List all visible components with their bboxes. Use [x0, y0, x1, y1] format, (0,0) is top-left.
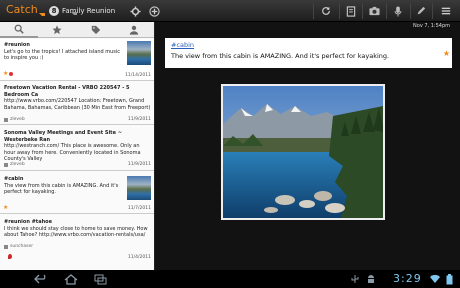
note-date: 11/7/2011 [127, 206, 151, 211]
status-clock[interactable]: 3:29 [393, 272, 422, 285]
note-snippet: about Tahoe? http://www.vrbo.com/vacatio… [4, 232, 146, 238]
note-source: zleveb [4, 162, 25, 167]
note-icon[interactable] [343, 3, 359, 19]
filter-tabs [0, 22, 154, 38]
recent-apps-icon[interactable] [94, 273, 108, 285]
wifi-icon [428, 273, 442, 285]
system-bar: 3:29 [0, 270, 460, 288]
star-icon[interactable]: ★ [3, 204, 8, 211]
note-title: Freetown Vacation Rental - VRBO 220547 -… [4, 85, 130, 98]
note-snippet: to inspire you :) [4, 55, 44, 61]
star-icon[interactable]: ★ [443, 49, 450, 58]
divider [432, 3, 433, 19]
notes-list: #reunion Let's go to the tropics! I atta… [0, 39, 154, 270]
divider [410, 3, 411, 19]
add-circle-icon[interactable] [146, 3, 162, 19]
note-tag-link[interactable]: #cabin [171, 41, 194, 49]
tab-people[interactable] [115, 22, 153, 38]
tab-search[interactable] [0, 22, 38, 38]
note-snippet: http://westranch.com/ This place is awes… [4, 143, 140, 149]
note-date: 11/14/2011 [125, 73, 151, 78]
back-icon[interactable] [34, 273, 48, 285]
note-source: zleveb [4, 117, 25, 122]
refresh-icon[interactable] [318, 3, 334, 19]
person-icon [129, 25, 139, 35]
space-name: Family Reunion [62, 7, 116, 15]
list-item[interactable]: #reunion #tahoe I think we should stay c… [0, 214, 154, 270]
note-detail-pane: Nov 7, 1:54pm #cabin The view from this … [155, 22, 460, 270]
battery-icon [442, 273, 456, 285]
space-dropdown-caret-icon [71, 12, 77, 15]
menu-icon[interactable] [438, 3, 454, 19]
note-thumbnail [127, 176, 151, 200]
star-icon [52, 25, 62, 35]
android-icon [364, 273, 378, 285]
note-snippet: hour away from here. Conveniently locate… [4, 149, 141, 163]
tab-tags[interactable] [77, 22, 115, 38]
note-date: 11/4/2011 [127, 255, 151, 260]
note-snippet: http://www.vrbo.com/220547 Location: Fre… [4, 98, 145, 104]
pencil-icon[interactable] [413, 3, 429, 19]
source-avatar [4, 162, 8, 167]
app-title-caret-icon [39, 13, 45, 16]
space-badge: 8 [49, 6, 59, 16]
app-title[interactable]: Catch [6, 3, 38, 16]
note-header[interactable]: #cabin The view from this cabin is AMAZI… [165, 38, 452, 68]
attached-photo[interactable] [221, 84, 385, 220]
source-avatar [4, 244, 8, 249]
list-item[interactable]: Freetown Vacation Rental - VRBO 220547 -… [0, 81, 154, 125]
detail-date: Nov 7, 1:54pm [413, 23, 450, 29]
reminder-dot-icon [9, 72, 13, 76]
note-date: 11/9/2011 [127, 162, 151, 167]
notes-pane: #reunion Let's go to the tropics! I atta… [0, 22, 154, 270]
source-avatar [4, 117, 8, 122]
tag-icon [91, 25, 101, 35]
space-selector[interactable]: 8 Family Reunion [49, 4, 115, 18]
search-icon [14, 24, 24, 34]
microphone-icon[interactable] [390, 3, 406, 19]
note-date: 11/9/2011 [127, 117, 151, 122]
action-bar: Catch 8 Family Reunion [0, 0, 460, 22]
note-body[interactable]: The view from this cabin is AMAZING. And… [171, 52, 389, 60]
note-snippet: perfect for kayaking. [4, 189, 57, 195]
tab-starred[interactable] [38, 22, 76, 38]
lake-photo-image [223, 86, 383, 218]
camera-icon[interactable] [366, 3, 382, 19]
divider [362, 3, 363, 19]
divider [313, 3, 314, 19]
star-icon[interactable]: ★ [3, 70, 8, 77]
divider [339, 3, 340, 19]
note-source: sunchaser [4, 244, 33, 249]
list-item[interactable]: #reunion Let's go to the tropics! I atta… [0, 39, 154, 81]
home-icon[interactable] [64, 273, 78, 285]
list-item[interactable]: Sonoma Valley Meetings and Event Site ~ … [0, 125, 154, 171]
note-title: Sonoma Valley Meetings and Event Site ~ … [4, 130, 122, 143]
gear-icon[interactable] [127, 3, 143, 19]
note-thumbnail [127, 41, 151, 65]
usb-icon [348, 273, 362, 285]
list-item[interactable]: #cabin The view from this cabin is AMAZI… [0, 171, 154, 214]
note-snippet: Bahama, Bahamas, Caribbean (30 Min East … [4, 104, 151, 111]
divider [386, 3, 387, 19]
location-pin-icon [8, 254, 12, 259]
